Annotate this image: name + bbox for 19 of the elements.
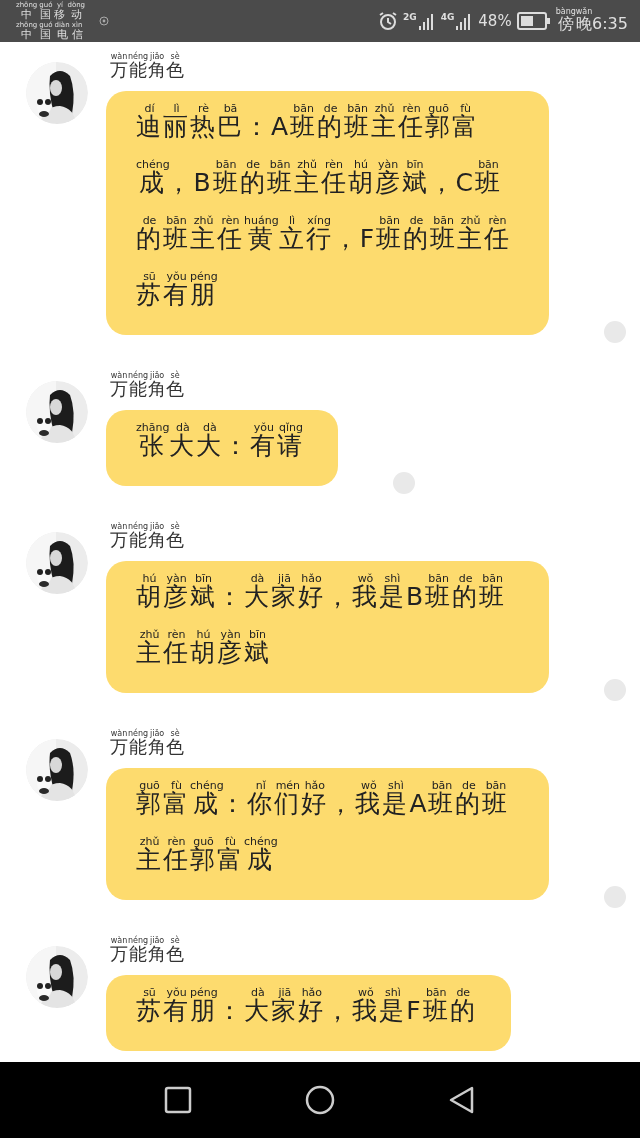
clock-time: 傍 bàng 晚 wǎn 6:35 xyxy=(555,7,628,35)
sender-name: 万 wàn 能 néng 角 jiǎo 色 sè xyxy=(109,729,185,759)
message-bubble: 苏 sū 有 yǒu 朋 péng ：大 dà 家 jiā 好 hǎo ，我 wǒ 是 shì F班 bān 的 de xyxy=(106,975,511,1051)
message-bubble: 迪 dí 丽 lì 热 rè 巴 bā ：A班 bān 的 de 班 bān 主 zhǔ 任 rèn 郭 guō 富 fù 成 chéng ，B班 bān 的 de 班 bān 主 zhǔ 任 rèn 胡 hú 彦 yàn 斌 bīn ，C班 bān 的 de 班 bān 主 zhǔ 任 rèn 黄 huáng 立 lì 行 xíng ，F班 bān 的 de 班 bān 主 zhǔ 任 rèn 苏 sū 有 yǒu 朋 péng xyxy=(106,91,549,335)
signal-icon xyxy=(417,12,436,30)
battery-icon xyxy=(516,12,551,30)
sender-name: 万 wàn 能 néng 角 jiǎo 色 sè xyxy=(109,522,185,552)
battery-percent: 48% xyxy=(478,12,512,30)
sender-name: 万 wàn 能 néng 角 jiǎo 色 sè xyxy=(109,936,185,966)
home-icon[interactable] xyxy=(304,1084,336,1116)
sender-name: 万 wàn 能 néng 角 jiǎo 色 sè xyxy=(109,52,185,82)
recent-apps-icon[interactable] xyxy=(162,1084,194,1116)
alarm-icon xyxy=(378,11,398,31)
message-bubble: 张 zhāng 大 dà 大 dà ：有 yǒu 请 qǐng xyxy=(106,410,339,486)
sender-name: 万 wàn 能 néng 角 jiǎo 色 sè xyxy=(109,371,185,401)
network-type: 4G xyxy=(440,12,455,22)
message-bubble: 胡 hú 彦 yàn 斌 bīn ：大 dà 家 jiā 好 hǎo ，我 wǒ 是 shì B班 bān 的 de 班 bān 主 zhǔ 任 rèn 胡 hú 彦 yàn 斌 bīn xyxy=(106,561,549,693)
message-bubble: 郭 guō 富 fù 成 chéng ：你 nǐ 们 mén 好 hǎo ，我 wǒ 是 shì A班 bān 的 de 班 bān 主 zhǔ 任 rèn 郭 guō 富 fù 成 chéng xyxy=(106,768,549,900)
network-type: 2G xyxy=(403,12,417,22)
